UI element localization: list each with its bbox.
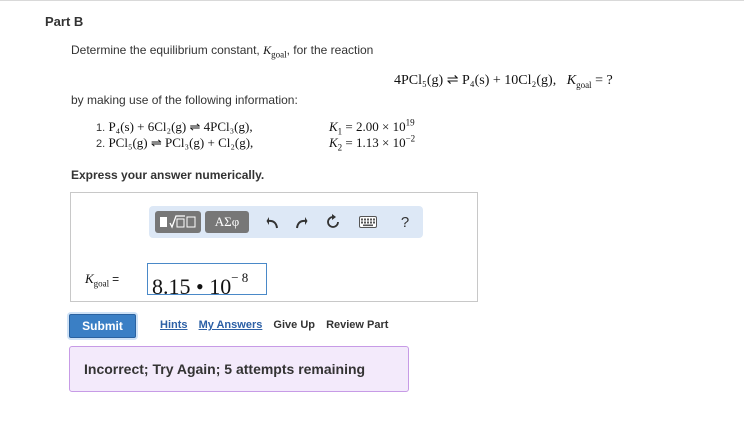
help-button[interactable]: ? (393, 206, 417, 238)
redo-icon[interactable] (289, 206, 313, 238)
math-toolbar: ΑΣφ ? (149, 206, 423, 238)
k2-value: K2 = 1.13 × 10−2 (329, 133, 416, 153)
question-prompt: Determine the equilibrium constant, Kgoa… (71, 43, 374, 60)
given-reaction-2: 2. PCl₅(g) ⇌ PCl₃(g) + Cl₂(g), K2 = 1.13… (96, 133, 416, 153)
target-reaction: 4PCl₅(g) ⇌ P₄(s) + 10Cl₂(g), Kgoal = ? (394, 72, 613, 89)
info-intro: by making use of the following informati… (71, 93, 298, 107)
part-title: Part B (45, 14, 84, 29)
reset-icon[interactable] (321, 206, 345, 238)
answer-actions: Hints My Answers Give Up Review Part (160, 319, 396, 331)
target-k-eq: = ? (595, 73, 613, 88)
given-reaction-2-text: PCl₅(g) ⇌ PCl₃(g) + Cl₂(g), (108, 135, 254, 150)
templates-button[interactable] (155, 211, 201, 233)
k1-value: K1 = 2.00 × 1019 (329, 117, 415, 137)
review-part-link[interactable]: Review Part (326, 319, 388, 331)
greek-symbols-button[interactable]: ΑΣφ (205, 211, 249, 233)
undo-icon[interactable] (261, 206, 285, 238)
given-reactions: 1. P₄(s) + 6Cl₂(g) ⇌ 4PCl₃(g), K1 = 2.00… (96, 117, 416, 153)
top-divider (0, 0, 744, 1)
feedback-message: Incorrect; Try Again; 5 attempts remaini… (69, 346, 409, 392)
answer-input[interactable]: 8.15 • 10− 8 (147, 263, 267, 299)
my-answers-link[interactable]: My Answers (199, 319, 263, 331)
kgoal-inline: Kgoal (263, 43, 287, 60)
given-reaction-1-text: P₄(s) + 6Cl₂(g) ⇌ 4PCl₃(g), (108, 119, 253, 134)
keyboard-icon[interactable] (355, 206, 381, 238)
prompt-tail: , for the reaction (286, 43, 374, 57)
answer-exponent: − 8 (231, 270, 249, 285)
templates-icon (160, 215, 196, 229)
answer-value: 8.15 • 10− 8 (152, 270, 249, 299)
answer-label: Kgoal = (85, 271, 120, 289)
answer-box: ΑΣφ ? Kgoal = 8.15 • 10− 8 (70, 192, 478, 302)
submit-button[interactable]: Submit (69, 314, 136, 338)
express-instruction: Express your answer numerically. (71, 168, 265, 182)
hints-link[interactable]: Hints (160, 319, 188, 331)
kgoal-sub: goal (576, 79, 592, 90)
target-reaction-text: 4PCl₅(g) ⇌ P₄(s) + 10Cl₂(g), (394, 73, 557, 88)
given-reaction-1: 1. P₄(s) + 6Cl₂(g) ⇌ 4PCl₃(g), K1 = 2.00… (96, 117, 415, 137)
prompt-text: Determine the equilibrium constant, (71, 43, 260, 57)
give-up-link[interactable]: Give Up (273, 319, 315, 331)
kgoal-symbol: K (566, 73, 577, 88)
